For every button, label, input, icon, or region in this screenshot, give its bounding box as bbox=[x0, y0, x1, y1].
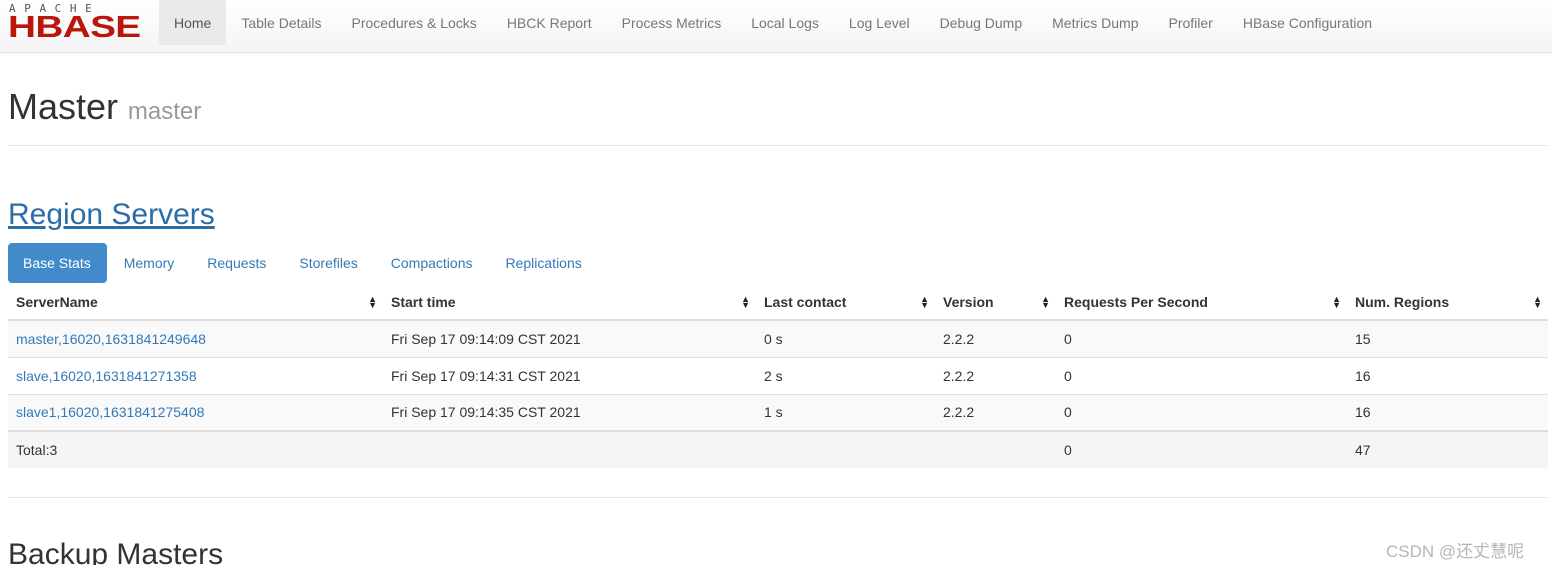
last-contact-cell: 0 s bbox=[756, 319, 935, 357]
nav-hbase-configuration[interactable]: HBase Configuration bbox=[1228, 0, 1387, 45]
sort-both-icon[interactable]: ▲ ▼ bbox=[1041, 295, 1050, 310]
column-header-label: Version bbox=[943, 294, 994, 310]
tab-requests[interactable]: Requests bbox=[192, 243, 282, 283]
nav-debug-dump[interactable]: Debug Dump bbox=[925, 0, 1038, 45]
requests-per-second-cell: 0 bbox=[1056, 319, 1347, 357]
nav-procedures-locks[interactable]: Procedures & Locks bbox=[337, 0, 492, 45]
server-name-cell: slave1,16020,1631841275408 bbox=[8, 393, 383, 431]
start-time-cell: Fri Sep 17 09:14:31 CST 2021 bbox=[383, 356, 756, 394]
region-servers-table: ServerName ▲ ▼ Start time ▲ ▼ Last contact ▲ ▼… bbox=[8, 285, 1548, 468]
region-servers-tabs: Base Stats Memory Requests Storefiles Co… bbox=[8, 243, 600, 283]
total-regions-cell: 47 bbox=[1347, 430, 1548, 468]
table-row: slave1,16020,1631841275408 Fri Sep 17 09… bbox=[8, 393, 1548, 431]
sort-both-icon[interactable]: ▲ ▼ bbox=[920, 295, 929, 310]
requests-per-second-cell: 0 bbox=[1056, 356, 1347, 394]
column-header-label: ServerName bbox=[16, 294, 98, 310]
tab-compactions[interactable]: Compactions bbox=[376, 243, 489, 283]
column-header-requests-per-second[interactable]: Requests Per Second ▲ ▼ bbox=[1056, 285, 1347, 321]
nav-table-details[interactable]: Table Details bbox=[226, 0, 336, 45]
logo-hbase-text: HBASE bbox=[8, 9, 141, 44]
total-rps-cell: 0 bbox=[1056, 430, 1347, 468]
nav-process-metrics[interactable]: Process Metrics bbox=[607, 0, 737, 45]
column-header-label: Last contact bbox=[764, 294, 847, 310]
tab-replications[interactable]: Replications bbox=[490, 243, 597, 283]
column-header-start-time[interactable]: Start time ▲ ▼ bbox=[383, 285, 756, 321]
backup-masters-heading: Backup Masters bbox=[8, 538, 224, 565]
server-link[interactable]: master,16020,1631841249648 bbox=[16, 331, 206, 347]
last-contact-cell: 1 s bbox=[756, 393, 935, 431]
server-link[interactable]: slave,16020,1631841271358 bbox=[16, 368, 197, 384]
empty-cell bbox=[756, 430, 935, 468]
nav-home[interactable]: Home bbox=[159, 0, 227, 45]
hbase-logo[interactable]: APACHE HBASE bbox=[0, 0, 160, 50]
table-row: master,16020,1631841249648 Fri Sep 17 09… bbox=[8, 319, 1548, 357]
region-servers-heading-link[interactable]: Region Servers bbox=[8, 198, 215, 232]
start-time-cell: Fri Sep 17 09:14:35 CST 2021 bbox=[383, 393, 756, 431]
column-header-label: Start time bbox=[391, 294, 456, 310]
num-regions-cell: 16 bbox=[1347, 393, 1548, 431]
nav-hbck-report[interactable]: HBCK Report bbox=[492, 0, 607, 45]
server-name-cell: slave,16020,1631841271358 bbox=[8, 356, 383, 394]
column-header-version[interactable]: Version ▲ ▼ bbox=[935, 285, 1056, 321]
table-total-row: Total:3 0 47 bbox=[8, 430, 1548, 468]
last-contact-cell: 2 s bbox=[756, 356, 935, 394]
page-subtitle: master bbox=[127, 98, 202, 125]
num-regions-cell: 16 bbox=[1347, 356, 1548, 394]
nav-profiler[interactable]: Profiler bbox=[1154, 0, 1228, 45]
total-label-cell: Total:3 bbox=[8, 430, 383, 468]
server-name-cell: master,16020,1631841249648 bbox=[8, 319, 383, 357]
tab-storefiles[interactable]: Storefiles bbox=[284, 243, 373, 283]
column-header-last-contact[interactable]: Last contact ▲ ▼ bbox=[756, 285, 935, 321]
section-divider bbox=[8, 497, 1548, 498]
sort-both-icon[interactable]: ▲ ▼ bbox=[368, 295, 377, 310]
column-header-num-regions[interactable]: Num. Regions ▲ ▼ bbox=[1347, 285, 1548, 321]
sort-both-icon[interactable]: ▲ ▼ bbox=[741, 295, 750, 310]
page-title: Master bbox=[8, 86, 119, 127]
empty-cell bbox=[935, 430, 1056, 468]
version-cell: 2.2.2 bbox=[935, 319, 1056, 357]
version-cell: 2.2.2 bbox=[935, 356, 1056, 394]
requests-per-second-cell: 0 bbox=[1056, 393, 1347, 431]
sort-both-icon[interactable]: ▲ ▼ bbox=[1332, 295, 1341, 310]
server-link[interactable]: slave1,16020,1631841275408 bbox=[16, 404, 204, 420]
column-header-servername[interactable]: ServerName ▲ ▼ bbox=[8, 285, 383, 321]
nav-log-level[interactable]: Log Level bbox=[834, 0, 925, 45]
start-time-cell: Fri Sep 17 09:14:09 CST 2021 bbox=[383, 319, 756, 357]
version-cell: 2.2.2 bbox=[935, 393, 1056, 431]
watermark: CSDN @还𠀋慧呢 bbox=[1386, 542, 1525, 561]
tab-memory[interactable]: Memory bbox=[109, 243, 191, 283]
num-regions-cell: 15 bbox=[1347, 319, 1548, 357]
tab-base-stats[interactable]: Base Stats bbox=[8, 243, 107, 283]
page-header: Master master bbox=[8, 86, 201, 128]
header-divider bbox=[8, 145, 1548, 146]
main-nav: Home Table Details Procedures & Locks HB… bbox=[159, 0, 1387, 50]
top-navbar: APACHE HBASE Home Table Details Procedur… bbox=[0, 0, 1552, 53]
sort-both-icon[interactable]: ▲ ▼ bbox=[1533, 295, 1542, 310]
column-header-label: Requests Per Second bbox=[1064, 294, 1208, 310]
table-header-row: ServerName ▲ ▼ Start time ▲ ▼ Last contact ▲ ▼… bbox=[8, 285, 1548, 321]
nav-metrics-dump[interactable]: Metrics Dump bbox=[1037, 0, 1153, 45]
nav-local-logs[interactable]: Local Logs bbox=[736, 0, 834, 45]
column-header-label: Num. Regions bbox=[1355, 294, 1450, 310]
table-row: slave,16020,1631841271358 Fri Sep 17 09:… bbox=[8, 356, 1548, 394]
empty-cell bbox=[383, 430, 756, 468]
